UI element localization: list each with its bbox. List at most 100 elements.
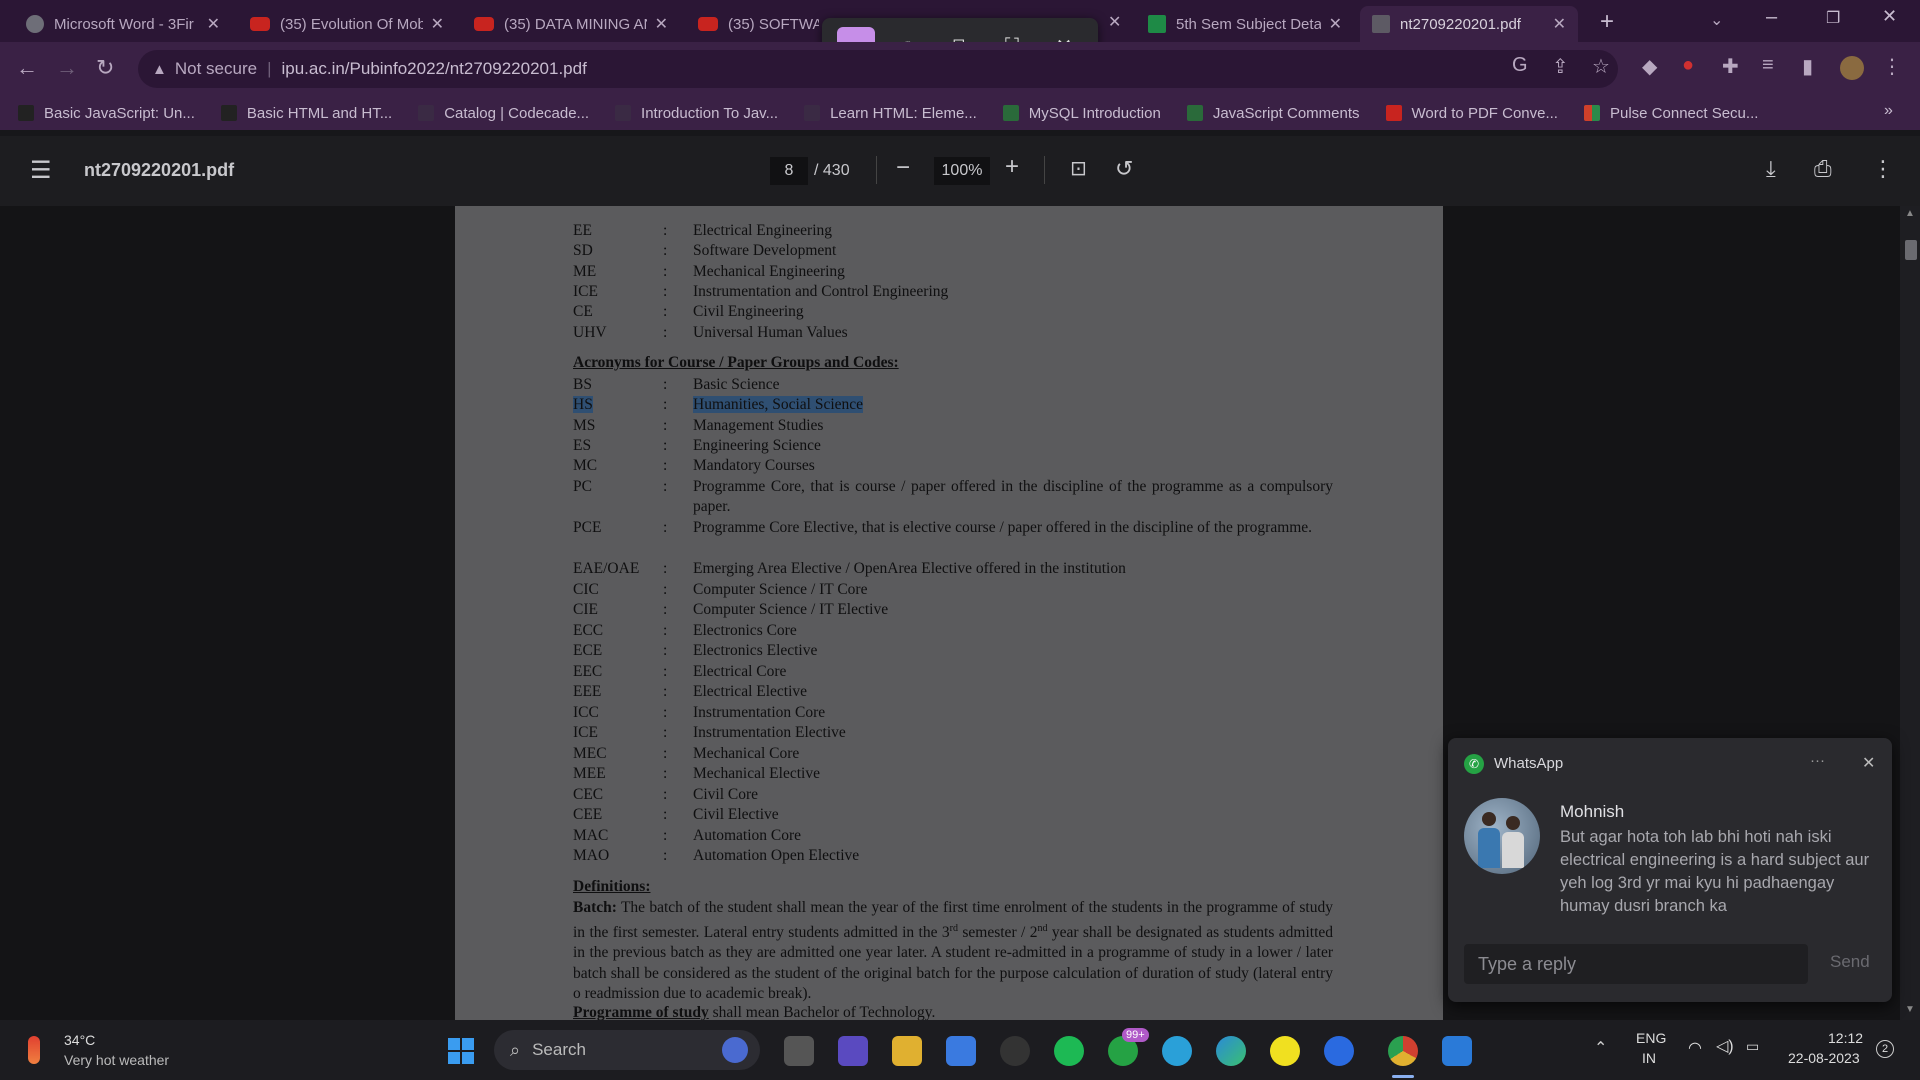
- acronym: ICE: [573, 724, 598, 741]
- window-close-icon[interactable]: ✕: [1882, 6, 1897, 27]
- zoom-in-icon[interactable]: +: [1005, 153, 1019, 181]
- address-bar[interactable]: ▲ Not secure | ipu.ac.in/Pubinfo2022/nt2…: [138, 50, 1618, 88]
- close-tab-icon[interactable]: ✕: [1108, 12, 1121, 32]
- bookmark-item[interactable]: Introduction To Jav...: [615, 105, 778, 122]
- chrome-icon[interactable]: [1388, 1036, 1418, 1066]
- bing-icon: [722, 1037, 748, 1063]
- send-button[interactable]: Send: [1830, 952, 1870, 972]
- side-panel-icon[interactable]: ▮: [1802, 54, 1813, 79]
- dell-icon[interactable]: [1000, 1036, 1030, 1066]
- windows-start-icon[interactable]: [446, 1036, 476, 1066]
- acronym: EAE/OAE: [573, 560, 640, 577]
- scroll-up-arrow-icon[interactable]: ▲: [1905, 208, 1915, 219]
- teams-chat-icon[interactable]: [838, 1036, 868, 1066]
- more-options-icon[interactable]: ⋮: [1872, 156, 1894, 182]
- restore-icon[interactable]: ❐: [1826, 8, 1840, 28]
- scrollbar-thumb[interactable]: [1905, 240, 1917, 260]
- weather-text[interactable]: Very hot weather: [64, 1052, 169, 1068]
- rotate-icon[interactable]: ↺: [1115, 156, 1133, 182]
- colon: :: [663, 683, 668, 700]
- acronym: ICE: [573, 283, 598, 300]
- bookmark-item[interactable]: MySQL Introduction: [1002, 105, 1161, 122]
- reply-input[interactable]: Type a reply: [1464, 944, 1808, 984]
- show-hidden-icons-chevron-icon[interactable]: ⌃: [1594, 1038, 1607, 1058]
- tab-software[interactable]: (35) SOFTWAR: [686, 6, 831, 42]
- bookmark-item[interactable]: Basic HTML and HT...: [220, 105, 392, 122]
- url-text[interactable]: ipu.ac.in/Pubinfo2022/nt2709220201.pdf: [281, 59, 586, 79]
- taskbar-search-box[interactable]: ⌕ Search: [494, 1030, 760, 1070]
- active-app-indicator: [1392, 1075, 1414, 1078]
- bookmark-label: JavaScript Comments: [1212, 104, 1360, 122]
- colon: :: [663, 847, 668, 864]
- zoom-out-icon[interactable]: −: [896, 154, 910, 182]
- whatsapp-notification[interactable]: ✆ WhatsApp ··· ✕ Mohnish But agar hota t…: [1448, 738, 1892, 1002]
- bookmark-item[interactable]: Catalog | Codecade...: [418, 105, 589, 122]
- browser-menu-icon[interactable]: ⋮: [1882, 54, 1902, 79]
- edge-icon[interactable]: [1216, 1036, 1246, 1066]
- notification-count-badge[interactable]: 2: [1876, 1040, 1894, 1058]
- file-explorer-icon[interactable]: [892, 1036, 922, 1066]
- close-tab-icon[interactable]: ✕: [1553, 14, 1566, 34]
- extensions-puzzle-icon[interactable]: ✚: [1722, 54, 1739, 79]
- share-icon[interactable]: ⇪: [1552, 54, 1569, 79]
- weather-temp[interactable]: 34°C: [64, 1032, 95, 1048]
- media-list-icon[interactable]: ≡: [1762, 54, 1774, 77]
- snapchat-icon[interactable]: [1270, 1036, 1300, 1066]
- extension-shield-icon[interactable]: ◆: [1642, 54, 1657, 79]
- new-tab-plus-icon[interactable]: +: [1600, 8, 1614, 36]
- tab-pdf-active[interactable]: nt2709220201.pdf ✕: [1360, 6, 1578, 42]
- scrollbar-track[interactable]: ▲ ▼: [1900, 206, 1920, 1020]
- more-options-icon[interactable]: ···: [1810, 752, 1825, 769]
- close-icon[interactable]: ✕: [1862, 753, 1875, 773]
- download-icon[interactable]: ⤓: [1766, 156, 1776, 182]
- pdf-doc-icon: [1372, 15, 1390, 33]
- language-region[interactable]: IN: [1642, 1050, 1656, 1066]
- scroll-down-arrow-icon[interactable]: ▼: [1905, 1004, 1915, 1015]
- google-lens-icon[interactable]: G: [1512, 54, 1528, 77]
- bookmark-item[interactable]: JavaScript Comments: [1186, 104, 1360, 122]
- hamburger-menu-icon[interactable]: ☰: [30, 156, 52, 185]
- bookmarks-bar: Basic JavaScript: Un... Basic HTML and H…: [0, 96, 1920, 130]
- profile-avatar[interactable]: [1840, 56, 1864, 80]
- bookmark-item[interactable]: Pulse Connect Secu...: [1583, 105, 1758, 122]
- vscode-icon[interactable]: [1442, 1036, 1472, 1066]
- bookmark-item[interactable]: Word to PDF Conve...: [1385, 105, 1558, 122]
- volume-icon[interactable]: ◁): [1716, 1036, 1734, 1056]
- tab-5th-sem-subject[interactable]: 5th Sem Subject Deta ✕: [1136, 6, 1354, 42]
- print-icon[interactable]: ⎙: [1814, 156, 1832, 182]
- wifi-icon[interactable]: ◠: [1688, 1038, 1702, 1058]
- bookmark-item[interactable]: Basic JavaScript: Un...: [18, 105, 195, 122]
- battery-icon[interactable]: ▭: [1746, 1038, 1759, 1055]
- language-indicator[interactable]: ENG: [1636, 1030, 1666, 1046]
- spotify-icon[interactable]: [1054, 1036, 1084, 1066]
- back-arrow-icon[interactable]: ←: [16, 55, 38, 81]
- acronym: PCE: [573, 519, 602, 536]
- forward-arrow-icon[interactable]: →: [56, 55, 78, 81]
- more-bookmarks-chevron-icon[interactable]: »: [1884, 102, 1893, 120]
- address-toolbar: ← → ↻ ▲ Not secure | ipu.ac.in/Pubinfo20…: [0, 42, 1920, 96]
- telegram-icon[interactable]: [1162, 1036, 1192, 1066]
- fit-page-icon[interactable]: ⊡: [1070, 156, 1087, 181]
- tab-evolution-of-mobile[interactable]: (35) Evolution Of Mob ✕: [238, 6, 456, 42]
- tab-microsoft-word[interactable]: Microsoft Word - 3Fir ✕: [14, 6, 232, 42]
- close-tab-icon[interactable]: ✕: [1329, 14, 1342, 34]
- zoom-icon[interactable]: [1324, 1036, 1354, 1066]
- tab-search-chevron-icon[interactable]: ⌄: [1710, 10, 1723, 30]
- page-number-input[interactable]: 8: [770, 157, 808, 185]
- clock-date[interactable]: 22-08-2023: [1788, 1050, 1860, 1066]
- bookmark-item[interactable]: Learn HTML: Eleme...: [804, 105, 977, 122]
- clock-time[interactable]: 12:12: [1828, 1030, 1863, 1046]
- bookmark-star-icon[interactable]: ☆: [1592, 54, 1610, 79]
- microsoft-store-icon[interactable]: [946, 1036, 976, 1066]
- close-tab-icon[interactable]: ✕: [431, 14, 444, 34]
- avatar-person-shape: [1502, 832, 1524, 868]
- acronym-meaning: Civil Elective: [693, 806, 779, 823]
- close-tab-icon[interactable]: ✕: [655, 14, 668, 34]
- task-view-icon[interactable]: [784, 1036, 814, 1066]
- reload-icon[interactable]: ↻: [96, 55, 114, 81]
- tab-data-mining[interactable]: (35) DATA MINING AN ✕: [462, 6, 680, 42]
- minimize-icon[interactable]: –: [1766, 6, 1777, 29]
- close-tab-icon[interactable]: ✕: [207, 14, 220, 34]
- adblock-icon[interactable]: ●: [1682, 54, 1694, 77]
- zoom-level-input[interactable]: 100%: [934, 157, 990, 185]
